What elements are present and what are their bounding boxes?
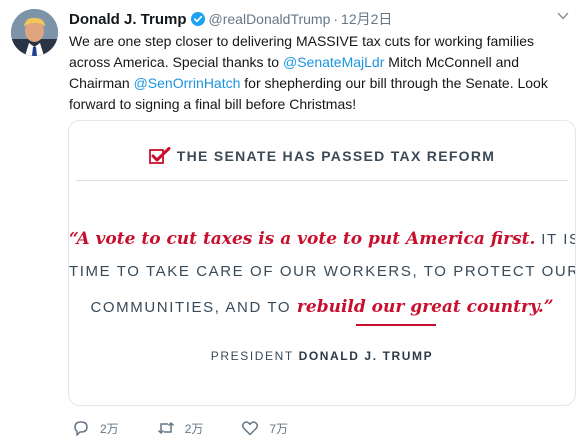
quote-emphasis: “A vote to cut taxes is a vote to put Am…	[69, 229, 536, 249]
retweet-button[interactable]: 2万	[157, 419, 204, 437]
tweet-text: We are one step closer to delivering MAS…	[69, 31, 579, 115]
attribution-prefix: PRESIDENT	[210, 349, 299, 363]
quote-caps: COMMUNITIES, AND TO	[90, 299, 297, 316]
like-count: 7万	[269, 421, 289, 436]
media-image[interactable]: THE SENATE HAS PASSED TAX REFORM “A vote…	[68, 120, 576, 406]
reply-button[interactable]: 2万	[72, 419, 119, 437]
banner-text: THE SENATE HAS PASSED TAX REFORM	[176, 148, 496, 164]
tweet-actions: 2万 2万 7万	[72, 418, 326, 438]
divider	[76, 180, 568, 181]
retweet-count: 2万	[184, 421, 204, 436]
card-banner: THE SENATE HAS PASSED TAX REFORM	[69, 143, 575, 169]
caret-down-icon[interactable]	[556, 9, 570, 23]
red-underline	[356, 324, 436, 326]
tweet: Donald J. Trump @realDonaldTrump · 12月2日…	[0, 0, 585, 444]
quote-attribution: PRESIDENT DONALD J. TRUMP	[69, 349, 575, 363]
reply-count: 2万	[100, 421, 119, 436]
avatar[interactable]	[11, 9, 58, 56]
reply-icon	[74, 421, 88, 436]
checkmark-icon	[148, 147, 171, 165]
separator-dot: ·	[333, 11, 339, 27]
tweet-header: Donald J. Trump @realDonaldTrump · 12月2日	[69, 9, 392, 29]
quote-line-2: TIME TO TAKE CARE OF OUR WORKERS, TO PRO…	[69, 263, 575, 281]
quote-caps: IT IS	[541, 231, 575, 248]
quote-line-1: “A vote to cut taxes is a vote to put Am…	[69, 229, 575, 249]
display-name[interactable]: Donald J. Trump	[69, 11, 187, 28]
mention-link[interactable]: @SenateMajLdr	[283, 54, 384, 70]
quote-line-3: COMMUNITIES, AND TO rebuild our great co…	[69, 297, 575, 317]
mention-link[interactable]: @SenOrrinHatch	[134, 75, 241, 91]
heart-icon	[242, 421, 259, 436]
timestamp[interactable]: 12月2日	[341, 9, 392, 29]
handle[interactable]: @realDonaldTrump	[209, 11, 331, 27]
verified-badge-icon	[190, 12, 205, 26]
quote-emphasis: rebuild our great country.”	[296, 297, 554, 317]
attribution-name: DONALD J. TRUMP	[298, 349, 434, 363]
retweet-icon	[157, 422, 174, 434]
quote-caps: TIME TO TAKE CARE OF OUR WORKERS, TO PRO…	[69, 263, 576, 280]
like-button[interactable]: 7万	[241, 419, 288, 437]
